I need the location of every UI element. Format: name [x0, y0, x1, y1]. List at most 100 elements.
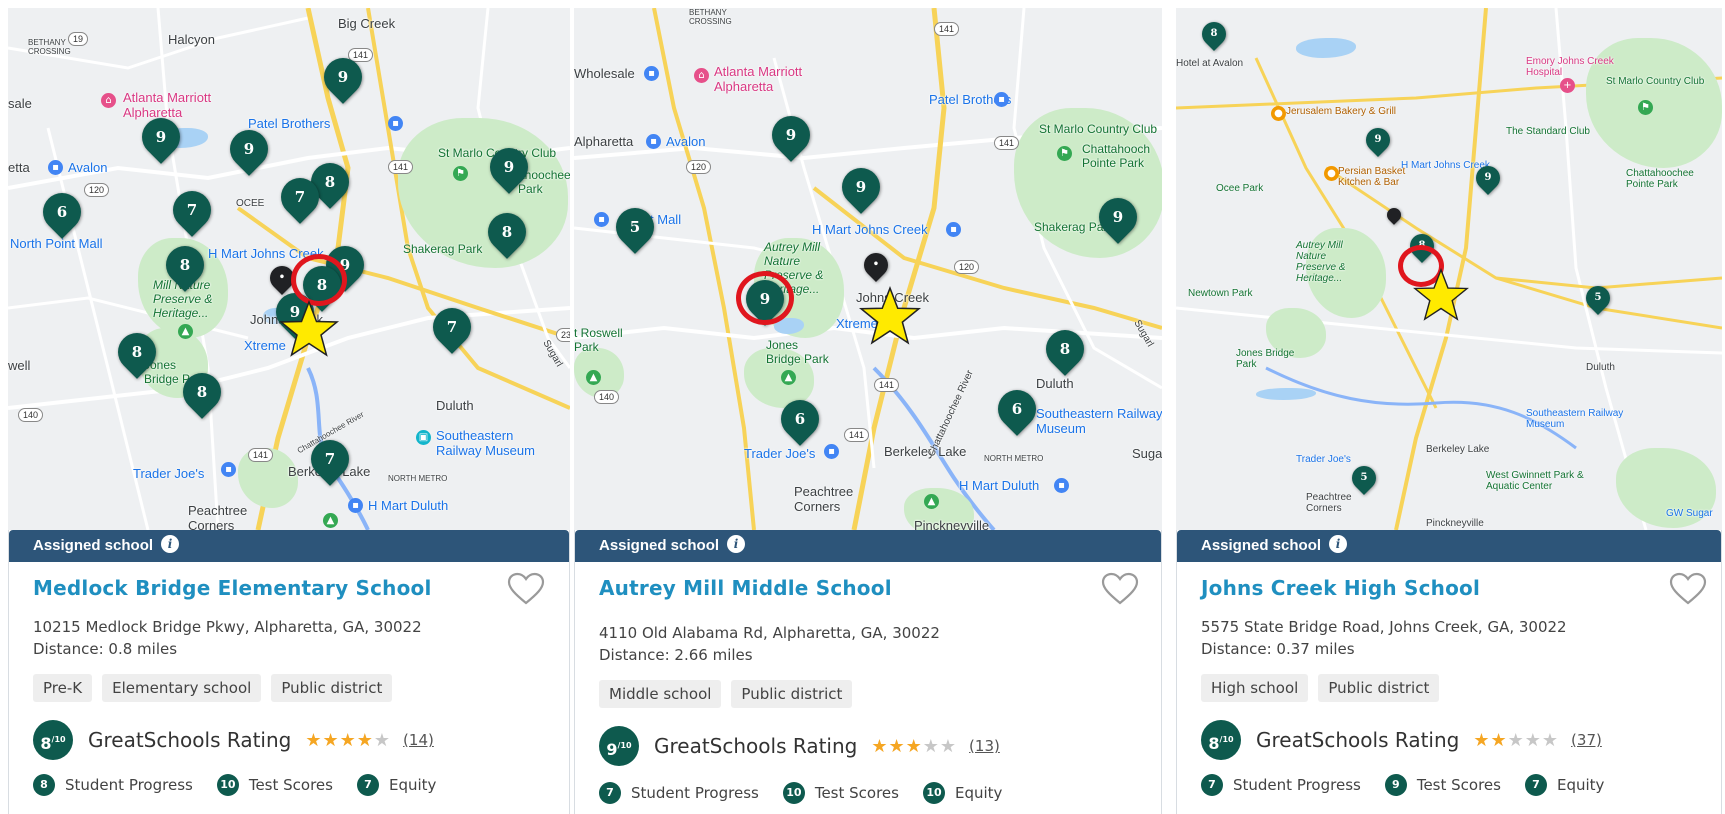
hospital-icon: +	[1560, 78, 1575, 93]
map-label-trader-joes: Trader Joe's	[133, 466, 205, 481]
equity-label: Equity	[954, 784, 1003, 802]
park-icon: ▲	[924, 494, 939, 509]
test-scores-label: Test Scores	[814, 784, 899, 802]
review-count-link[interactable]: (14)	[403, 731, 434, 749]
school-rating-pin[interactable]: 9	[482, 140, 536, 194]
school-rating-pin[interactable]: 7	[165, 183, 219, 237]
school-card: Assigned school i Johns Creek High School…	[1176, 530, 1722, 814]
location-star-icon	[1413, 268, 1469, 321]
school-rating-pin[interactable]: 9	[1091, 190, 1145, 244]
tag-grade: Pre-K	[33, 674, 93, 702]
map-label-west-gwinnett: West Gwinnett Park & Aquatic Center	[1486, 470, 1584, 492]
shopping-icon: ▪	[594, 212, 609, 227]
map-label-roswell-park: t Roswell Park	[574, 326, 623, 354]
school-rating-pin[interactable]: 5	[1347, 461, 1381, 495]
map-label-autrey-mill: Autrey Mill Nature Preserve & Heritage..…	[1296, 240, 1346, 284]
map[interactable]: BETHANY CROSSING Wholesale ▪ Atlanta Mar…	[574, 8, 1162, 530]
park-icon: ▲	[586, 370, 601, 385]
map-label-peachtree-corners: Peachtree Corners	[794, 484, 854, 514]
school-name-link[interactable]: Johns Creek High School	[1201, 576, 1480, 600]
route-shield: 141	[388, 160, 414, 174]
map-label-st-marlo: St Marlo Country Club	[1039, 122, 1158, 136]
school-rating-pin[interactable]: 9	[834, 160, 888, 214]
school-rating-pin[interactable]: 9	[316, 50, 370, 104]
school-rating-pin[interactable]: 7	[303, 432, 357, 486]
school-rating-pin[interactable]: 8	[110, 325, 164, 379]
school-rating-pin[interactable]: 5	[1581, 281, 1615, 315]
school-rating-pin[interactable]: 6	[35, 185, 89, 239]
selected-school-ring	[736, 271, 794, 325]
heart-icon[interactable]	[1101, 572, 1139, 606]
star-icon: ★	[356, 729, 374, 751]
star-rating: ★★★★★	[305, 730, 391, 751]
review-count-link[interactable]: (13)	[969, 737, 1000, 755]
map-label-chattahoochee-pointe-park: Chattahooch Pointe Park	[1082, 142, 1151, 170]
map-label-north-metro: NORTH METRO	[388, 474, 448, 483]
student-progress-badge: 7	[599, 782, 621, 804]
school-rating-pin[interactable]: 8	[1197, 17, 1231, 51]
subratings: 8 Student Progress 10 Test Scores 7 Equi…	[33, 774, 460, 796]
map-label-avalon: Avalon	[68, 160, 108, 175]
map-label-north-metro: NORTH METRO	[984, 454, 1044, 463]
equity-badge: 7	[356, 774, 379, 796]
restaurant-icon: ●	[1271, 106, 1286, 121]
tag-level: Middle school	[599, 680, 722, 708]
school-rating-pin[interactable]: 9	[134, 110, 188, 164]
hotel-icon: ⌂	[694, 68, 709, 83]
rating-value: 8	[1208, 734, 1220, 753]
school-rating-pin[interactable]: 7	[425, 300, 479, 354]
map-label-trader-joes: Trader Joe's	[744, 446, 816, 461]
info-icon[interactable]: i	[727, 535, 746, 554]
school-rating-pin[interactable]: 9	[222, 122, 276, 176]
map-label-emory-hospital: Emory Johns Creek Hospital	[1526, 56, 1614, 78]
info-icon[interactable]: i	[161, 535, 180, 554]
map-label-se-railway: Southeastern Railway Museum	[1526, 408, 1624, 430]
school-name-link[interactable]: Medlock Bridge Elementary School	[33, 576, 432, 600]
school-card: Assigned school i Autrey Mill Middle Scho…	[574, 530, 1162, 814]
school-rating-pin[interactable]: 9	[764, 108, 818, 162]
shopping-icon: ▪	[644, 66, 659, 81]
map-label-berkeley-lake: Berkeley Lake	[884, 444, 967, 459]
school-address: 5575 State Bridge Road, Johns Creek, GA,…	[1201, 618, 1567, 636]
map-label-duluth: Duluth	[1036, 376, 1074, 391]
school-rating-pin[interactable]: 5	[608, 200, 662, 254]
route-shield: 141	[994, 136, 1020, 150]
greatschools-rating-row: 8/10 GreatSchools Rating ★★★★★ (37)	[1201, 720, 1602, 760]
rating-value: 8	[40, 734, 52, 753]
map-label-well: well	[8, 358, 31, 373]
school-name-link[interactable]: Autrey Mill Middle School	[599, 576, 892, 600]
map-label-marriott: Atlanta Marriott Alpharetta	[714, 64, 803, 94]
map-label-alpharetta: etta	[8, 160, 30, 175]
assigned-school-label: Assigned school	[599, 537, 720, 554]
school-rating-pin[interactable]: 6	[990, 382, 1044, 436]
school-tags: Middle school Public district	[599, 680, 853, 708]
school-address: 4110 Old Alabama Rd, Alpharetta, GA, 300…	[599, 624, 940, 642]
school-rating-pin[interactable]: 9	[1361, 123, 1395, 157]
shopping-icon: ▪	[994, 92, 1009, 107]
rating-title: GreatSchools Rating	[654, 734, 858, 758]
test-scores-badge: 9	[1384, 774, 1407, 796]
school-rating-pin[interactable]: 8	[480, 205, 534, 259]
school-rating-pin[interactable]: 7	[273, 170, 327, 224]
test-scores-label: Test Scores	[1416, 776, 1501, 794]
map-label-shakerag-park: Shakerag Park	[403, 242, 483, 256]
heart-icon[interactable]	[1669, 572, 1707, 606]
school-rating-pin[interactable]: 6	[773, 392, 827, 446]
info-icon[interactable]: i	[1329, 535, 1348, 554]
selected-school-ring	[291, 254, 347, 306]
star-icon: ★	[373, 729, 392, 751]
map-label-persian-basket: Persian Basket Kitchen & Bar	[1338, 166, 1406, 188]
shopping-icon: ▪	[946, 222, 961, 237]
map[interactable]: Big Creek BETHANY CROSSING Halcyon Atlan…	[8, 8, 570, 530]
map[interactable]: Hotel at Avalon Emory Johns Creek Hospit…	[1176, 8, 1722, 530]
map-label-jerusalem-bakery: Jerusalem Bakery & Grill	[1286, 106, 1397, 117]
school-rating-pin[interactable]: 8	[1038, 322, 1092, 376]
student-progress-label: Student Progress	[631, 784, 759, 802]
school-rating-pin[interactable]: 8	[158, 238, 212, 292]
school-rating-pin[interactable]: 8	[175, 365, 229, 419]
map-pin-icon[interactable]: •	[859, 248, 893, 282]
heart-icon[interactable]	[507, 572, 545, 606]
review-count-link[interactable]: (37)	[1571, 731, 1602, 749]
star-icon: ★	[339, 729, 357, 751]
school-rating-pin[interactable]: 9	[1471, 161, 1505, 195]
